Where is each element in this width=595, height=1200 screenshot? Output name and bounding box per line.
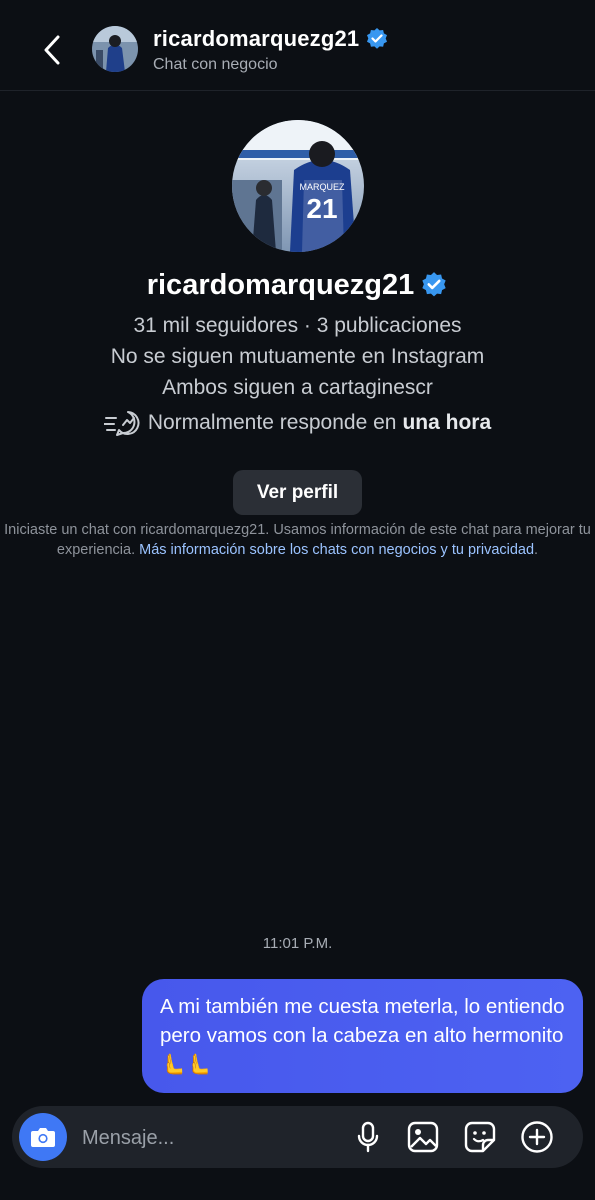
sent-message-bubble[interactable]: A mi también me cuesta meterla, lo entie… (142, 979, 583, 1093)
message-composer (12, 1106, 583, 1168)
header-avatar[interactable] (92, 26, 138, 72)
profile-card: MARQUEZ 21 ricardomarquezg21 31 mil segu… (0, 120, 595, 515)
response-time: Normalmente responde en una hora (0, 407, 595, 439)
camera-icon (31, 1128, 55, 1147)
chevron-left-icon (44, 35, 60, 65)
plus-icon (521, 1121, 553, 1153)
voice-message-button[interactable] (350, 1119, 386, 1155)
view-profile-button[interactable]: Ver perfil (232, 470, 363, 515)
profile-mutual: No se siguen mutuamente en Instagram (110, 345, 485, 368)
profile-stats: 31 mil seguidores · 3 publicaciones (133, 314, 462, 337)
chat-header: ricardomarquezg21 Chat con negocio (0, 0, 595, 91)
privacy-info-link[interactable]: Más información sobre los chats con nego… (139, 542, 534, 558)
back-button[interactable] (34, 30, 70, 70)
header-username[interactable]: ricardomarquezg21 (153, 26, 389, 52)
profile-avatar[interactable]: MARQUEZ 21 (231, 120, 364, 252)
svg-text:MARQUEZ: MARQUEZ (299, 182, 345, 192)
message-timestamp: 11:01 P.M. (262, 935, 333, 952)
profile-common-follow: Ambos siguen a cartaginescr (162, 376, 433, 399)
camera-button[interactable] (19, 1113, 67, 1161)
header-subtitle: Chat con negocio (153, 56, 278, 73)
verified-badge-icon (367, 28, 388, 49)
svg-text:21: 21 (306, 193, 337, 224)
gallery-button[interactable] (405, 1119, 441, 1155)
message-input[interactable] (80, 1118, 334, 1158)
fast-response-icon (103, 411, 140, 436)
microphone-icon (357, 1121, 379, 1153)
verified-badge-icon (422, 272, 446, 297)
more-options-button[interactable] (519, 1119, 555, 1155)
gallery-icon (407, 1121, 439, 1153)
profile-username: ricardomarquezg21 (0, 267, 595, 303)
sticker-button[interactable] (462, 1119, 498, 1155)
business-chat-notice: Iniciaste un chat con ricardomarquezg21.… (4, 522, 591, 558)
sticker-icon (464, 1121, 496, 1153)
